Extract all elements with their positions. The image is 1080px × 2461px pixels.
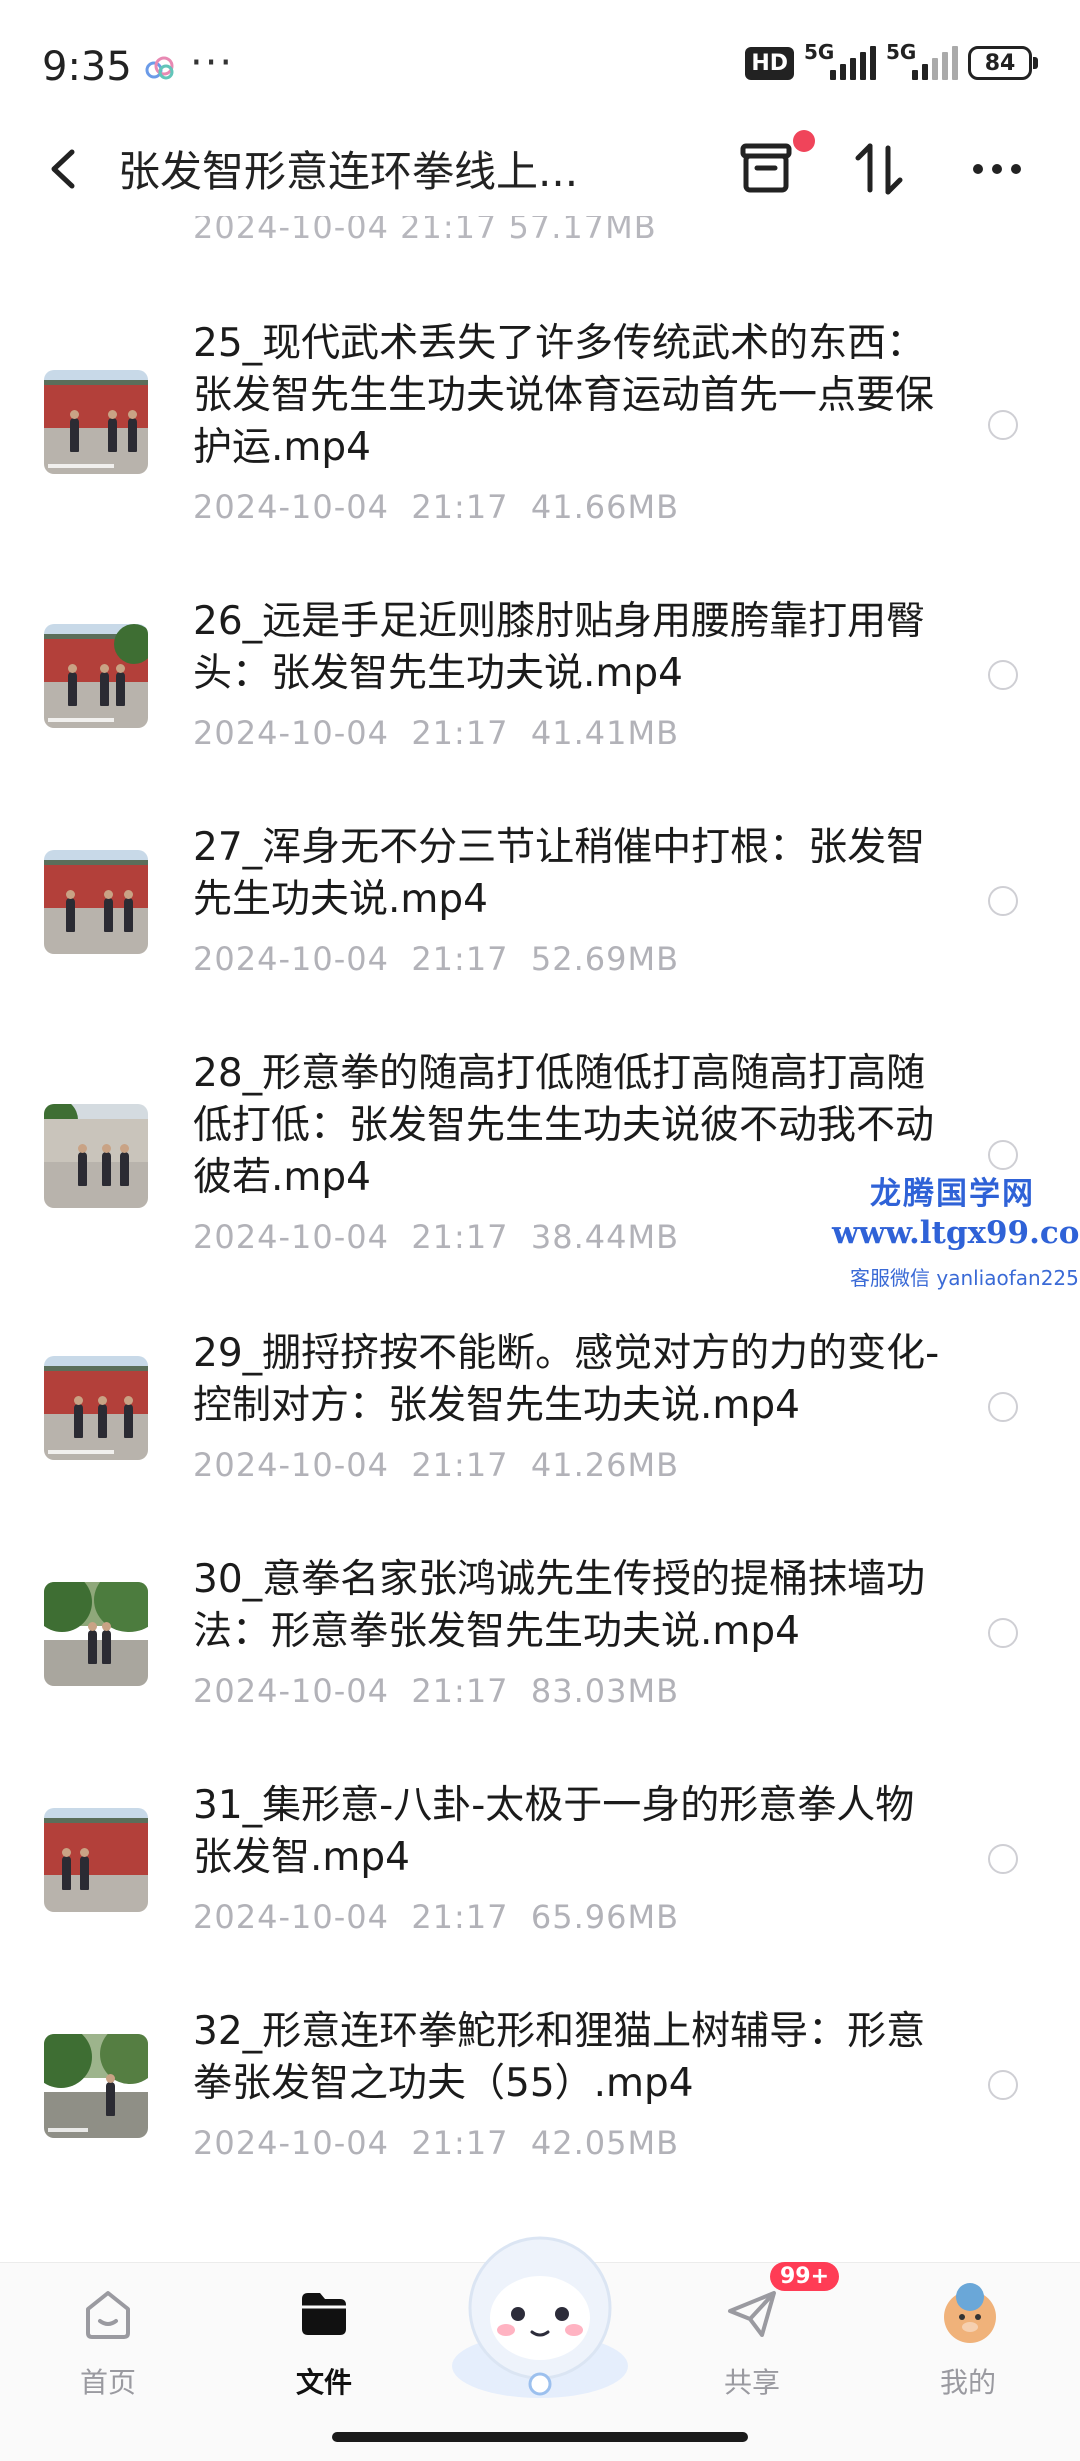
status-bar: 9:35 ··· HD 5G 5G 84: [0, 0, 1080, 130]
file-date: 2024-10-04: [193, 1446, 389, 1484]
video-thumbnail: [44, 1808, 148, 1912]
nav-profile-label: 我的: [939, 2366, 996, 2399]
file-date: 2024-10-04: [193, 940, 389, 978]
top-app-bar: 张发智形意连环拳线上...: [0, 120, 1080, 216]
network-type-1: 5G: [804, 40, 835, 64]
nav-home-label: 首页: [79, 2366, 136, 2399]
signal-icon: 5G: [804, 40, 876, 80]
select-radio[interactable]: [988, 1844, 1018, 1874]
file-time: 21:17: [411, 488, 509, 526]
select-radio[interactable]: [988, 1140, 1018, 1170]
file-size: 65.96MB: [530, 1898, 680, 1936]
nav-files-label: 文件: [295, 2366, 352, 2399]
watermark-url: www.ltgx99.com: [832, 1215, 1080, 1251]
folder-icon: [294, 2283, 354, 2343]
page-title: 张发智形意连环拳线上...: [118, 147, 579, 196]
file-name: 32_形意连环拳鮀形和狸猫上树辅导：形意拳张发智之功夫（55）.mp4: [193, 2009, 926, 2106]
more-icon[interactable]: [966, 138, 1028, 200]
nav-profile[interactable]: 我的: [908, 2283, 1028, 2401]
file-size: 42.05MB: [530, 2124, 680, 2162]
hd-voice-badge: HD: [745, 46, 794, 80]
watermark-title: 龙腾国学网: [870, 1176, 1035, 1212]
file-size: 38.44MB: [530, 1218, 680, 1256]
file-size: 52.69MB: [530, 940, 680, 978]
file-time: 21:17: [411, 1898, 509, 1936]
nav-share-label: 共享: [723, 2366, 780, 2399]
nav-files[interactable]: 文件: [264, 2283, 384, 2401]
select-radio[interactable]: [988, 1618, 1018, 1648]
file-size: 41.41MB: [530, 714, 680, 752]
file-name: 25_现代武术丢失了许多传统武术的东西：张发智先生生功夫说体育运动首先一点要保护…: [193, 321, 935, 470]
file-meta: 2024-10-04 21:17 52.69MB: [193, 940, 679, 978]
cloud-icon: [142, 54, 178, 86]
archive-icon[interactable]: [735, 130, 815, 200]
file-time: 21:17: [411, 940, 509, 978]
network-type-2: 5G: [886, 40, 917, 64]
nav-home[interactable]: 首页: [48, 2283, 168, 2401]
file-date: 2024-10-04: [193, 2124, 389, 2162]
select-radio[interactable]: [988, 410, 1018, 440]
video-thumbnail: [44, 370, 148, 474]
file-date: 2024-10-04: [193, 1898, 389, 1936]
video-thumbnail: [44, 850, 148, 954]
share-icon: [722, 2283, 782, 2343]
signal-icon-2: 5G: [886, 40, 958, 80]
video-thumbnail: [44, 1582, 148, 1686]
file-meta: 2024-10-04 21:17 41.26MB: [193, 1446, 679, 1484]
battery-icon: 84: [968, 46, 1038, 80]
file-meta: 2024-10-04 21:17 42.05MB: [193, 2124, 679, 2162]
video-thumbnail: [44, 1356, 148, 1460]
file-name: 29_掤捋挤按不能断。感觉对方的力的变化-控制对方：张发智先生功夫说.mp4: [193, 1331, 940, 1428]
select-radio[interactable]: [988, 1392, 1018, 1422]
file-size: 41.66MB: [530, 488, 680, 526]
video-thumbnail: [44, 1104, 148, 1208]
file-time: 21:17: [411, 1672, 509, 1710]
file-date: 2024-10-04: [193, 714, 389, 752]
mascot-assistant-button[interactable]: [442, 2216, 638, 2406]
battery-level: 84: [984, 50, 1016, 76]
file-meta: 2024-10-04 21:17 83.03MB: [193, 1672, 679, 1710]
select-radio[interactable]: [988, 886, 1018, 916]
file-date: 2024-10-04: [193, 488, 389, 526]
select-radio[interactable]: [988, 660, 1018, 690]
video-thumbnail: [44, 2034, 148, 2138]
status-time: 9:35: [42, 44, 132, 90]
back-icon[interactable]: [40, 142, 90, 196]
file-name: 26_远是手足近则膝肘贴身用腰胯靠打用臀头：张发智先生功夫说.mp4: [193, 599, 926, 696]
file-time: 21:17: [411, 714, 509, 752]
nav-share[interactable]: 共享: [692, 2283, 812, 2401]
file-name: 27_浑身无不分三节让稍催中打根：张发智先生功夫说.mp4: [193, 825, 926, 922]
notification-dot: [793, 130, 815, 152]
file-meta: 2024-10-04 21:17 65.96MB: [193, 1898, 679, 1936]
file-name: 28_形意拳的随高打低随低打高随高打高随低打低：张发智先生生功夫说彼不动我不动彼…: [193, 1051, 935, 1200]
file-meta: 2024-10-04 21:17 38.44MB: [193, 1218, 679, 1256]
file-date: 2024-10-04: [193, 1218, 389, 1256]
select-radio[interactable]: [988, 2070, 1018, 2100]
file-meta: 2024-10-04 21:17 41.41MB: [193, 714, 679, 752]
file-name: 30_意拳名家张鸿诚先生传授的提桶抹墙功法：形意拳张发智先生功夫说.mp4: [193, 1557, 926, 1654]
file-name: 31_集形意-八卦-太极于一身的形意拳人物张发智.mp4: [193, 1783, 915, 1880]
file-meta: 2024-10-04 21:17 41.66MB: [193, 488, 679, 526]
file-time: 21:17: [411, 1446, 509, 1484]
share-badge: 99+: [770, 2262, 840, 2291]
home-indicator: [332, 2432, 748, 2442]
more-dots-icon: ···: [190, 40, 235, 86]
file-size: 41.26MB: [530, 1446, 680, 1484]
avatar-icon: [938, 2283, 998, 2343]
file-date: 2024-10-04: [193, 1672, 389, 1710]
home-icon: [78, 2283, 138, 2343]
file-time: 21:17: [411, 2124, 509, 2162]
file-time: 21:17: [411, 1218, 509, 1256]
file-size: 83.03MB: [530, 1672, 680, 1710]
sort-icon[interactable]: [848, 138, 910, 200]
watermark-contact: 客服微信 yanliaofan225: [850, 1266, 1079, 1290]
video-thumbnail: [44, 624, 148, 728]
